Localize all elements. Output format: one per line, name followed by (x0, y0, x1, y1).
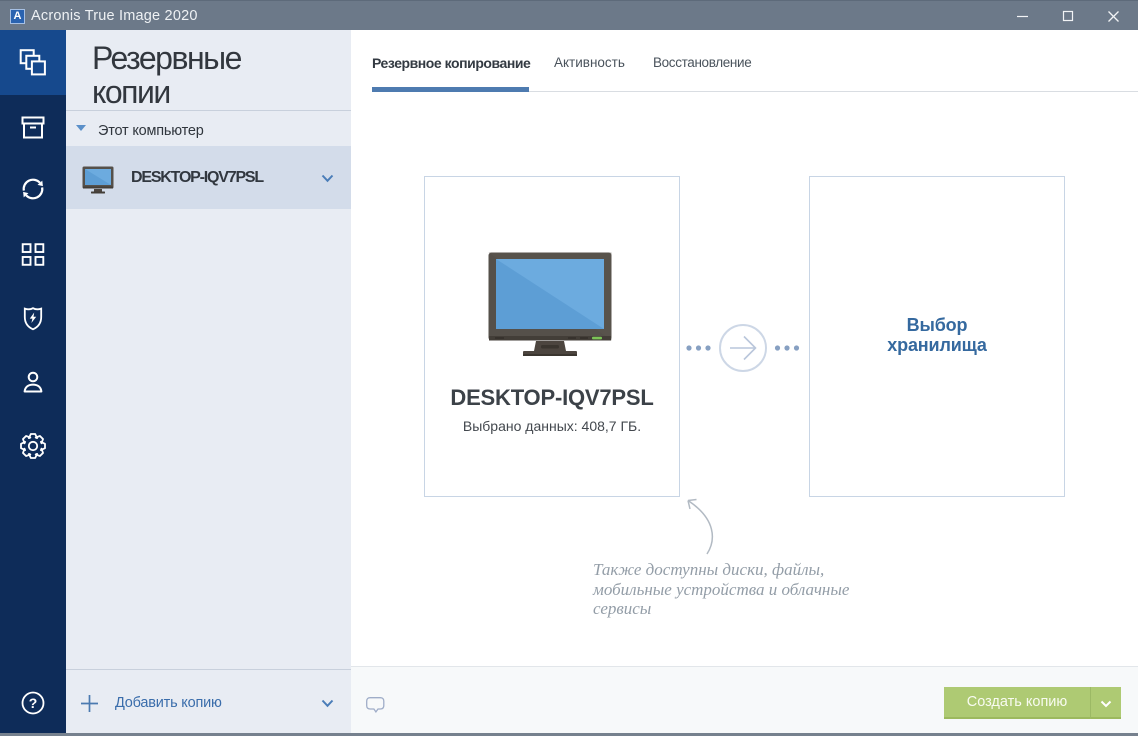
svg-text:?: ? (29, 695, 38, 711)
